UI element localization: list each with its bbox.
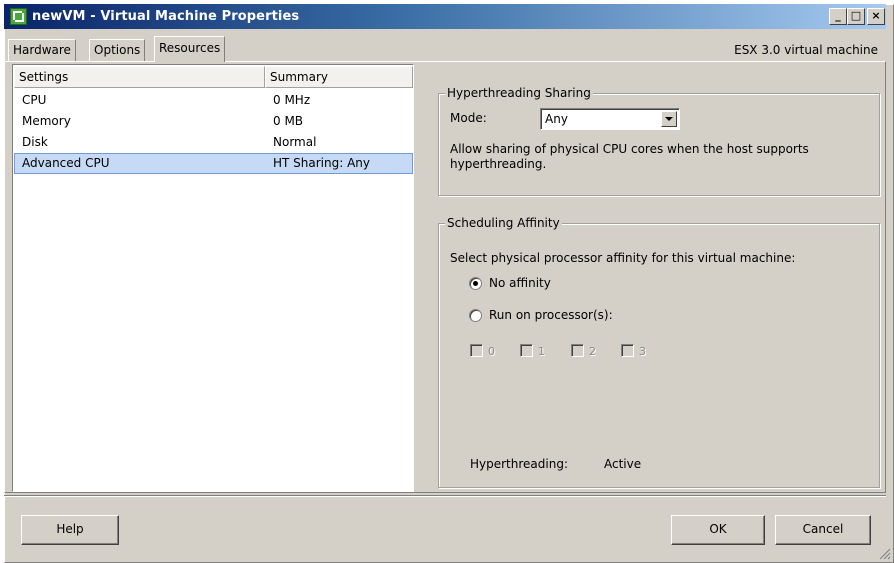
no-affinity-label[interactable]: No affinity (489, 276, 551, 290)
setting-name: Memory (22, 114, 71, 128)
hyperthreading-description-line-1: Allow sharing of physical CPU cores when… (450, 142, 809, 156)
setting-summary: 0 MHz (273, 93, 311, 107)
tab-hardware[interactable]: Hardware (8, 39, 76, 61)
tab-strip: Hardware Options Resources ESX 3.0 virtu… (4, 36, 886, 62)
mode-select-value: Any (545, 112, 568, 126)
setting-summary: HT Sharing: Any (273, 156, 371, 170)
group-title: Scheduling Affinity (445, 216, 562, 230)
vm-app-icon (10, 8, 27, 25)
settings-list[interactable]: Settings Summary CPU 0 MHz Memory 0 MB D… (12, 64, 414, 492)
hyperthreading-status-value: Active (604, 457, 642, 471)
ok-button[interactable]: OK (671, 515, 765, 545)
list-row-advanced-cpu[interactable]: Advanced CPU HT Sharing: Any (14, 153, 413, 174)
close-button[interactable]: × (867, 8, 885, 25)
processor-2-checkbox[interactable] (571, 344, 584, 357)
column-header-settings[interactable]: Settings (14, 66, 265, 88)
mode-select[interactable]: Any (540, 108, 680, 130)
setting-summary: 0 MB (273, 114, 304, 128)
maximize-button[interactable]: □ (847, 8, 865, 25)
window-title: newVM - Virtual Machine Properties (32, 9, 300, 24)
list-header: Settings Summary (14, 66, 413, 88)
no-affinity-radio[interactable] (469, 277, 482, 290)
hyperthreading-description-line-2: hyperthreading. (450, 157, 547, 171)
processor-2-label: 2 (589, 345, 596, 358)
list-body: CPU 0 MHz Memory 0 MB Disk Normal Advanc… (14, 90, 413, 174)
setting-name: CPU (22, 93, 47, 107)
processor-3-label: 3 (639, 345, 646, 358)
setting-name: Advanced CPU (22, 156, 110, 170)
title-bar[interactable]: newVM - Virtual Machine Properties _ □ × (4, 4, 886, 29)
resize-grip-icon[interactable] (879, 548, 891, 560)
column-header-summary[interactable]: Summary (265, 66, 413, 88)
footer-separator (4, 495, 886, 497)
list-row-cpu[interactable]: CPU 0 MHz (14, 90, 413, 111)
hyperthreading-status-label: Hyperthreading: (470, 457, 568, 471)
setting-name: Disk (22, 135, 48, 149)
mode-label: Mode: (450, 111, 487, 125)
cancel-button[interactable]: Cancel (775, 515, 871, 545)
list-row-disk[interactable]: Disk Normal (14, 132, 413, 153)
dropdown-arrow-icon[interactable] (661, 111, 677, 127)
processor-3-checkbox[interactable] (621, 344, 634, 357)
minimize-button[interactable]: _ (829, 8, 847, 25)
run-on-processors-radio[interactable] (469, 309, 482, 322)
help-button[interactable]: Help (21, 515, 119, 545)
processor-1-label: 1 (538, 345, 545, 358)
setting-summary: Normal (273, 135, 317, 149)
hyperthreading-sharing-group: Hyperthreading Sharing (438, 86, 880, 196)
run-on-processors-label[interactable]: Run on processor(s): (489, 308, 613, 322)
tab-resources[interactable]: Resources (154, 36, 226, 62)
affinity-prompt: Select physical processor affinity for t… (450, 251, 796, 265)
tab-options[interactable]: Options (89, 39, 146, 61)
processor-0-checkbox[interactable] (470, 344, 483, 357)
list-row-memory[interactable]: Memory 0 MB (14, 111, 413, 132)
processor-0-label: 0 (488, 345, 495, 358)
group-title: Hyperthreading Sharing (445, 86, 593, 100)
processor-1-checkbox[interactable] (520, 344, 533, 357)
vm-version-label: ESX 3.0 virtual machine (734, 43, 878, 57)
